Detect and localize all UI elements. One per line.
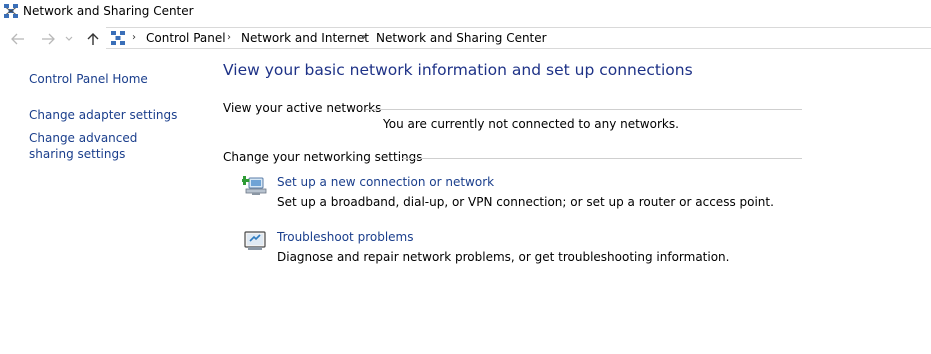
back-arrow-icon	[11, 33, 24, 45]
chevron-down-icon	[65, 36, 73, 41]
troubleshoot-problems-description: Diagnose and repair network problems, or…	[277, 250, 730, 264]
network-status-text: You are currently not connected to any n…	[383, 117, 679, 131]
forward-arrow-icon	[42, 33, 55, 45]
recent-locations-button[interactable]	[62, 29, 76, 49]
troubleshoot-problems-link[interactable]: Troubleshoot problems	[277, 229, 413, 245]
breadcrumb-control-panel[interactable]: Control Panel	[146, 30, 226, 46]
sidebar-item-control-panel-home[interactable]: Control Panel Home	[29, 71, 204, 87]
network-sharing-icon	[3, 3, 19, 19]
setup-new-connection-link[interactable]: Set up a new connection or network	[277, 174, 494, 190]
breadcrumb-network-and-sharing-center[interactable]: Network and Sharing Center	[376, 30, 547, 46]
chevron-right-icon[interactable]: ›	[132, 31, 136, 45]
back-button[interactable]	[8, 29, 28, 49]
networking-settings-heading: Change your networking settings	[223, 150, 423, 164]
breadcrumb-network-and-internet[interactable]: Network and Internet	[241, 30, 369, 46]
window-title: Network and Sharing Center	[23, 4, 194, 18]
setup-new-connection-description: Set up a broadband, dial-up, or VPN conn…	[277, 195, 774, 209]
title-bar: Network and Sharing Center	[0, 0, 931, 24]
troubleshoot-icon[interactable]	[242, 229, 268, 253]
up-button[interactable]	[83, 29, 103, 49]
active-networks-heading: View your active networks	[223, 101, 382, 115]
sidebar-item-change-adapter-settings[interactable]: Change adapter settings	[29, 107, 204, 123]
up-arrow-icon	[87, 33, 99, 45]
sidebar-item-change-advanced-sharing-settings[interactable]: Change advanced sharing settings	[29, 130, 179, 162]
forward-button[interactable]	[38, 29, 58, 49]
chevron-right-icon[interactable]: ›	[362, 31, 366, 45]
new-connection-icon[interactable]	[239, 174, 268, 198]
network-sharing-window: Network and Sharing Center › Control Pan…	[0, 0, 931, 354]
section-divider	[402, 158, 802, 159]
chevron-right-icon[interactable]: ›	[227, 31, 231, 45]
control-panel-icon	[110, 30, 126, 46]
address-bar[interactable]: › Control Panel › Network and Internet ›…	[106, 27, 931, 49]
navigation-bar: › Control Panel › Network and Internet ›…	[0, 27, 931, 51]
page-title: View your basic network information and …	[223, 61, 693, 79]
section-divider	[366, 109, 802, 110]
